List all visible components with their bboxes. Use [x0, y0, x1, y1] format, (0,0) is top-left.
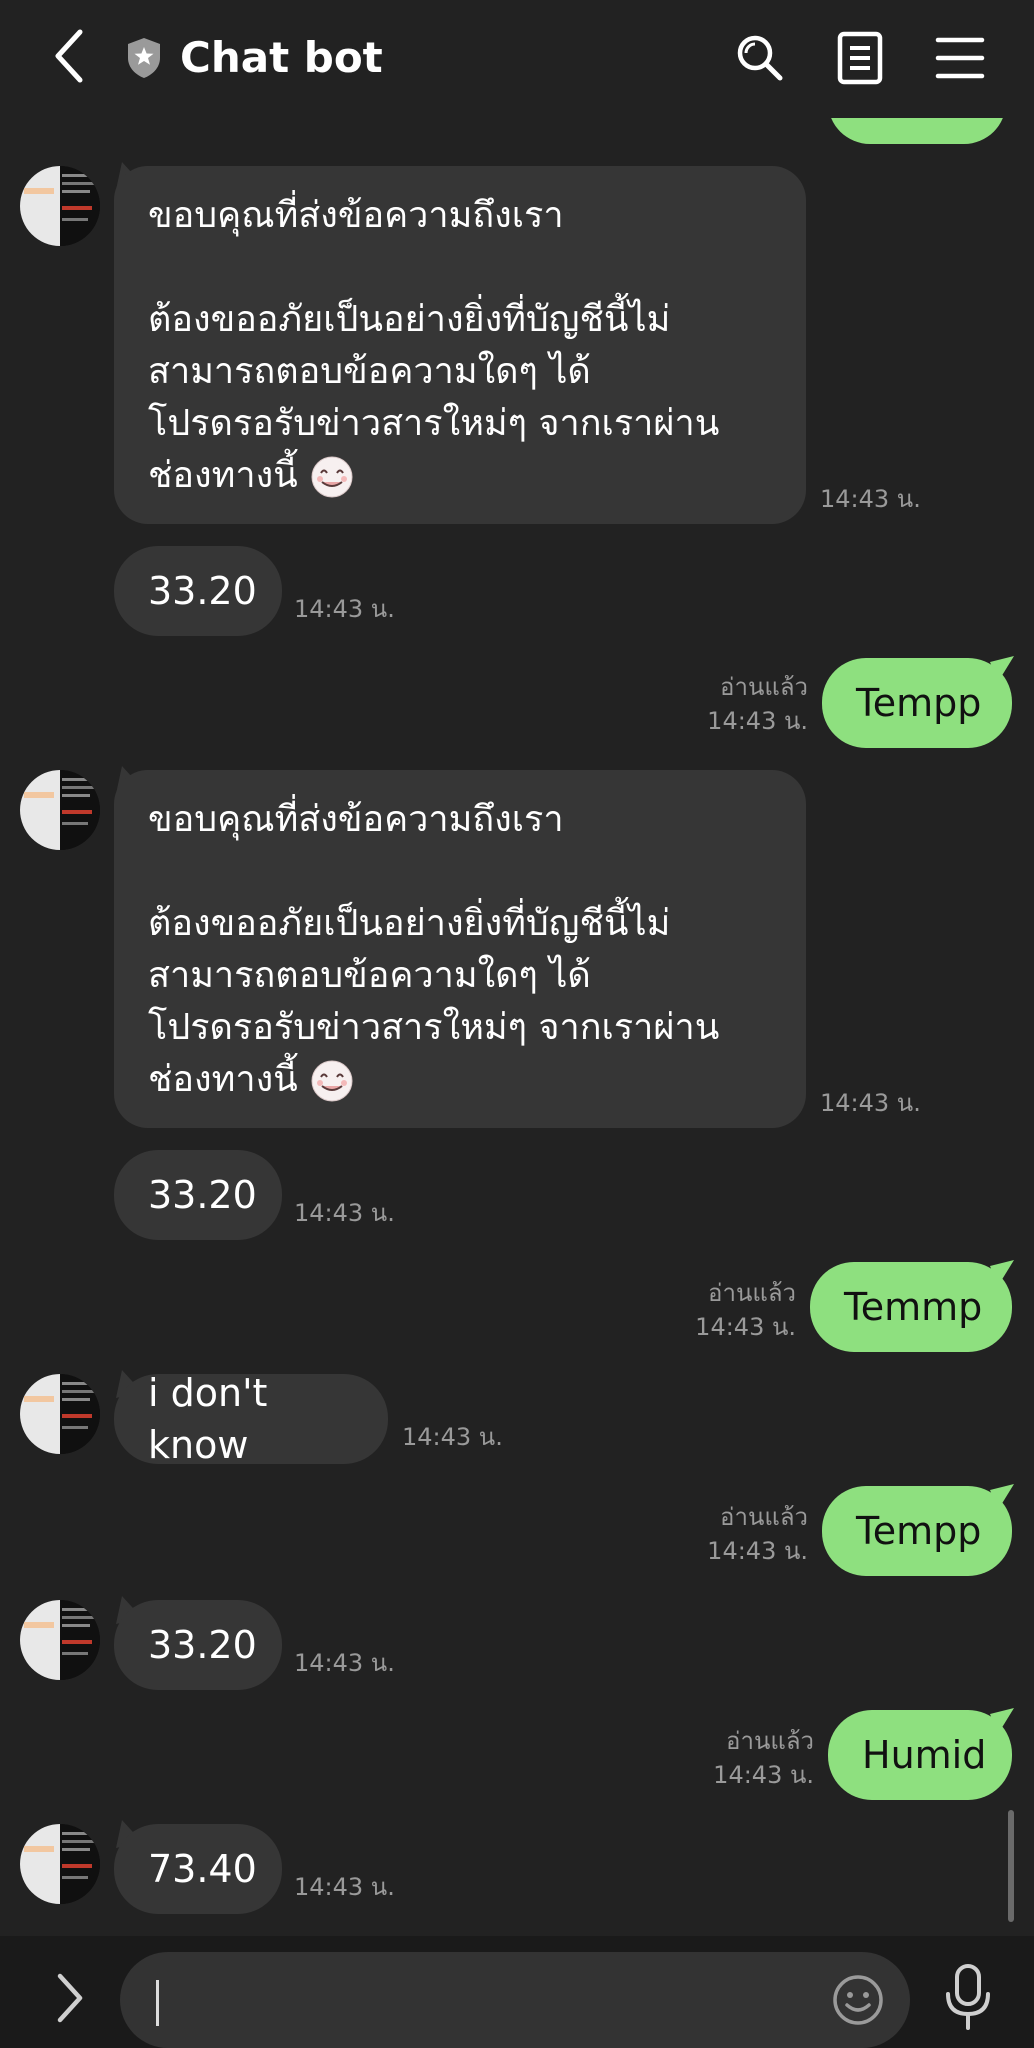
message-line: ขอบคุณที่ส่งข้อความถึงเรา: [148, 195, 564, 236]
message-time: 14:43 น.: [695, 1313, 796, 1341]
message-bubble[interactable]: 33.20: [114, 546, 282, 636]
message-bubble[interactable]: 33.20: [114, 1150, 282, 1240]
smiling-emoji-icon: [311, 456, 353, 498]
message-text: Humid: [862, 1733, 987, 1777]
bubble-tail: [990, 656, 1014, 682]
text-caret: [156, 1980, 159, 2026]
chevron-right-icon[interactable]: [50, 1970, 90, 2026]
message-text: Tempp: [856, 1509, 982, 1553]
message-bubble[interactable]: ขอบคุณที่ส่งข้อความถึงเรา ต้องขออภัยเป็น…: [114, 166, 806, 524]
menu-icon[interactable]: [932, 30, 988, 86]
message-time: 14:43 น.: [294, 1873, 395, 1901]
message-line: ขอบคุณที่ส่งข้อความถึงเรา: [148, 799, 564, 840]
message-bubble[interactable]: Temmp: [810, 1262, 1012, 1352]
avatar[interactable]: [20, 770, 100, 850]
read-receipt: อ่านแล้ว: [720, 673, 808, 701]
message-text: 33.20: [148, 1173, 257, 1217]
message-text: 73.40: [148, 1847, 257, 1891]
avatar[interactable]: [20, 1824, 100, 1904]
avatar[interactable]: [20, 166, 100, 246]
avatar[interactable]: [20, 1374, 100, 1454]
bubble-tail: [990, 1708, 1014, 1734]
message-time: 14:43 น.: [294, 1199, 395, 1227]
message-bubble[interactable]: ขอบคุณที่ส่งข้อความถึงเรา ต้องขออภัยเป็น…: [114, 770, 806, 1128]
message-bubble[interactable]: Tempp: [822, 658, 1012, 748]
composer-bar: [0, 1936, 1034, 2048]
message-line: โปรดรอรับข่าวสารใหม่ๆ จากเราผ่าน: [148, 403, 720, 444]
chat-title: Chat bot: [180, 33, 383, 82]
message-time: 14:43 น.: [402, 1423, 503, 1451]
message-text: 33.20: [148, 1623, 257, 1667]
message-line: ช่องทางนี้: [148, 1059, 298, 1100]
microphone-icon[interactable]: [938, 1962, 998, 2032]
message-time: 14:43 น.: [820, 1089, 921, 1117]
chevron-left-icon[interactable]: [44, 26, 96, 86]
smiling-emoji-icon: [311, 1060, 353, 1102]
notes-icon[interactable]: [832, 30, 888, 86]
message-line: ต้องขออภัยเป็นอย่างยิ่งที่บัญชีนี้ไม่: [148, 299, 671, 340]
message-bubble[interactable]: 33.20: [114, 1600, 282, 1690]
read-receipt: อ่านแล้ว: [720, 1503, 808, 1531]
message-text: i don't know: [148, 1371, 268, 1467]
message-time: 14:43 น.: [707, 1537, 808, 1565]
message-line-with-emoji: ช่องทางนี้: [148, 450, 772, 502]
chat-header: Chat bot: [0, 0, 1034, 118]
message-time: 14:43 น.: [294, 595, 395, 623]
message-line-with-emoji: ช่องทางนี้: [148, 1054, 772, 1106]
message-bubble[interactable]: Humid: [828, 1710, 1012, 1800]
message-line: ช่องทางนี้: [148, 455, 298, 496]
message-bubble[interactable]: 73.40: [114, 1824, 282, 1914]
message-text: Temmp: [844, 1285, 983, 1329]
message-time: 14:43 น.: [294, 1649, 395, 1677]
message-line: ต้องขออภัยเป็นอย่างยิ่งที่บัญชีนี้ไม่: [148, 903, 671, 944]
message-bubble[interactable]: Tempp: [822, 1486, 1012, 1576]
read-receipt: อ่านแล้ว: [726, 1727, 814, 1755]
message-time: 14:43 น.: [820, 485, 921, 513]
message-text: Tempp: [856, 681, 982, 725]
message-text: 33.20: [148, 569, 257, 613]
message-line: โปรดรอรับข่าวสารใหม่ๆ จากเราผ่าน: [148, 1007, 720, 1048]
message-line: สามารถตอบข้อความใดๆ ได้: [148, 351, 591, 392]
chat-screen: Chat bot ขอบคุณที่ส่งข้อความถึงเรา ต้องข…: [0, 0, 1034, 2048]
read-receipt: อ่านแล้ว: [708, 1279, 796, 1307]
bubble-tail: [990, 1484, 1014, 1510]
avatar[interactable]: [20, 1600, 100, 1680]
smiley-icon[interactable]: [830, 1972, 886, 2028]
bubble-tail: [990, 1260, 1014, 1286]
search-icon[interactable]: [732, 30, 788, 86]
message-time: 14:43 น.: [713, 1761, 814, 1789]
message-bubble[interactable]: i don't know: [114, 1371, 388, 1467]
shield-star-icon: [128, 38, 160, 78]
message-time: 14:43 น.: [707, 707, 808, 735]
message-input[interactable]: [120, 1952, 910, 2048]
message-line: สามารถตอบข้อความใดๆ ได้: [148, 955, 591, 996]
scrollbar[interactable]: [1008, 1810, 1014, 1922]
